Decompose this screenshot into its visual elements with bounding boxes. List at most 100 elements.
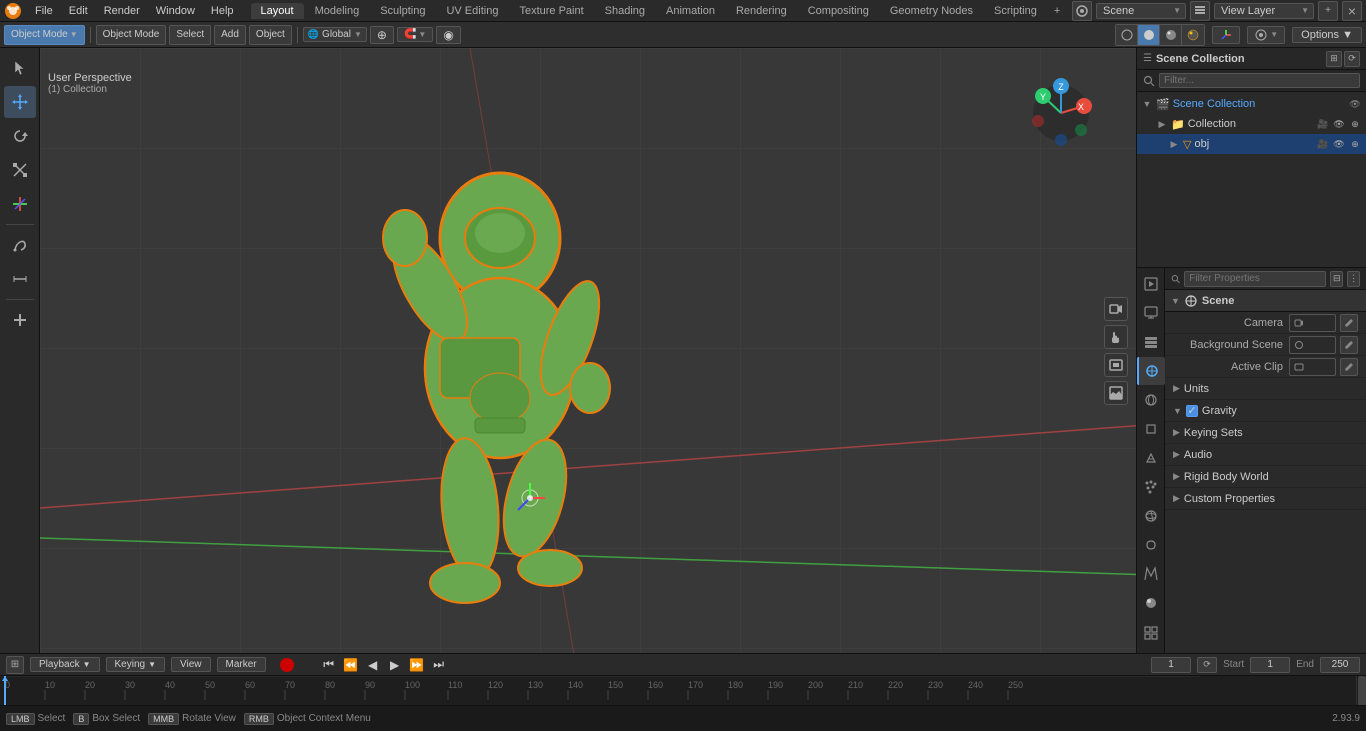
rigid-body-world-section-header[interactable]: ▶ Rigid Body World xyxy=(1165,466,1366,488)
object-menu-btn[interactable]: Object xyxy=(249,25,292,45)
cursor-tool-btn[interactable] xyxy=(4,52,36,84)
rendered-shading-btn[interactable] xyxy=(1182,25,1204,45)
menu-window[interactable]: Window xyxy=(149,3,202,19)
select-menu-btn[interactable]: Select xyxy=(169,25,211,45)
collection-expand[interactable]: ▶ xyxy=(1156,118,1168,130)
prop-tab-render[interactable] xyxy=(1137,270,1165,298)
menu-file[interactable]: File xyxy=(28,3,60,19)
scene-section-header[interactable]: ▼ Scene xyxy=(1165,290,1366,312)
background-scene-eyedropper-btn[interactable] xyxy=(1340,336,1358,354)
hand-view-btn[interactable] xyxy=(1104,325,1128,349)
image-view-btn[interactable] xyxy=(1104,381,1128,405)
start-frame-input[interactable]: 1 xyxy=(1250,657,1290,673)
prop-tab-collection-props[interactable] xyxy=(1137,618,1165,646)
rotate-tool-btn[interactable] xyxy=(4,120,36,152)
jump-to-end-btn[interactable]: ⏭ xyxy=(430,656,448,674)
tab-animation[interactable]: Animation xyxy=(656,3,725,19)
add-workspace-button[interactable]: + xyxy=(1048,3,1066,19)
remove-scene-btn[interactable]: × xyxy=(1342,1,1362,21)
jump-to-start-btn[interactable]: ⏮ xyxy=(320,656,338,674)
marker-btn[interactable]: Marker xyxy=(217,657,266,672)
scene-selector[interactable]: Scene ▼ xyxy=(1096,3,1186,19)
step-forward-btn[interactable]: ⏩ xyxy=(408,656,426,674)
orientation-gizmo[interactable]: X Y Z xyxy=(1026,78,1096,148)
add-menu-btn[interactable]: Add xyxy=(214,25,246,45)
outliner-filter-btn[interactable]: ⊞ xyxy=(1326,51,1342,67)
camera-eyedropper-btn[interactable] xyxy=(1340,314,1358,332)
camera-view-btn[interactable] xyxy=(1104,297,1128,321)
prop-tab-material[interactable] xyxy=(1137,589,1165,617)
properties-filter-btn[interactable]: ⊟ xyxy=(1330,271,1343,287)
keying-btn[interactable]: Keying ▼ xyxy=(106,657,166,672)
timeline-menu-btn[interactable]: ⊞ xyxy=(6,656,24,674)
playback-btn[interactable]: Playback ▼ xyxy=(30,657,100,672)
keying-sets-section-header[interactable]: ▶ Keying Sets xyxy=(1165,422,1366,444)
menu-render[interactable]: Render xyxy=(97,3,147,19)
tab-uv-editing[interactable]: UV Editing xyxy=(436,3,508,19)
gizmo-overlay-btn[interactable] xyxy=(1212,26,1240,44)
transform-tool-btn[interactable] xyxy=(4,188,36,220)
annotate-tool-btn[interactable] xyxy=(4,229,36,261)
move-tool-btn[interactable] xyxy=(4,86,36,118)
tab-texture-paint[interactable]: Texture Paint xyxy=(509,3,593,19)
pivot-selector[interactable]: ⊕ xyxy=(370,26,394,44)
object-mode-selector[interactable]: Object Mode ▼ xyxy=(4,25,85,45)
prop-tab-particles[interactable] xyxy=(1137,473,1165,501)
units-section-header[interactable]: ▶ Units xyxy=(1165,378,1366,400)
view-btn[interactable]: View xyxy=(171,657,211,672)
active-clip-eyedropper-btn[interactable] xyxy=(1340,358,1358,376)
collection-restrict-render[interactable]: 🎥 xyxy=(1316,117,1330,131)
obj-expand[interactable]: ▶ xyxy=(1168,138,1180,150)
tab-layout[interactable]: Layout xyxy=(251,3,304,19)
transform-orientation-selector[interactable]: 🌐 Global ▼ xyxy=(303,27,367,42)
scene-collection-expand[interactable]: ▼ xyxy=(1141,98,1153,110)
frame-counter-btn[interactable]: ⟳ xyxy=(1197,657,1217,673)
play-reverse-btn[interactable]: ◀ xyxy=(364,656,382,674)
play-btn[interactable]: ▶ xyxy=(386,656,404,674)
tab-shading[interactable]: Shading xyxy=(595,3,655,19)
prop-tab-physics[interactable] xyxy=(1137,502,1165,530)
menu-help[interactable]: Help xyxy=(204,3,241,19)
timeline-scrollbar[interactable] xyxy=(1356,676,1366,705)
collection-restrict-viewport[interactable]: 👁 xyxy=(1332,117,1346,131)
prop-tab-constraints[interactable] xyxy=(1137,531,1165,559)
properties-options-btn[interactable]: ⋮ xyxy=(1347,271,1360,287)
outliner-search-input[interactable] xyxy=(1159,73,1360,88)
outliner-row-collection[interactable]: ▶ 📁 Collection 🎥 👁 ⊕ xyxy=(1137,114,1366,134)
prop-tab-output[interactable] xyxy=(1137,299,1165,327)
properties-search-input[interactable] xyxy=(1184,271,1326,287)
view-layer-selector[interactable]: View Layer ▼ xyxy=(1214,3,1314,19)
obj-restrict-select[interactable]: ⊕ xyxy=(1348,137,1362,151)
view-layer-icon-btn[interactable] xyxy=(1190,1,1210,21)
tab-modeling[interactable]: Modeling xyxy=(305,3,370,19)
measure-tool-btn[interactable] xyxy=(4,263,36,295)
timeline-ruler[interactable]: 0 10 20 30 40 50 60 70 80 90 1 xyxy=(0,676,1356,705)
record-btn[interactable] xyxy=(280,658,294,672)
gravity-checkbox[interactable]: ✓ xyxy=(1186,405,1198,417)
obj-restrict-render[interactable]: 🎥 xyxy=(1316,137,1330,151)
outliner-sync-btn[interactable]: ⟳ xyxy=(1344,51,1360,67)
background-scene-input[interactable] xyxy=(1289,336,1336,354)
prop-tab-world[interactable] xyxy=(1137,386,1165,414)
solid-shading-btn[interactable] xyxy=(1138,25,1160,45)
tab-rendering[interactable]: Rendering xyxy=(726,3,797,19)
timeline-scrollbar-thumb[interactable] xyxy=(1358,676,1366,705)
restrict-viewport-icon[interactable]: 👁 xyxy=(1348,97,1362,111)
obj-restrict-viewport[interactable]: 👁 xyxy=(1332,137,1346,151)
snap-selector[interactable]: 🧲 ▼ xyxy=(397,27,433,42)
camera-input[interactable] xyxy=(1289,314,1336,332)
outliner-row-scene-collection[interactable]: ▼ 🎬 Scene Collection 👁 xyxy=(1137,94,1366,114)
proportional-edit-btn[interactable]: ◉ xyxy=(436,26,460,44)
gravity-section-header[interactable]: ▼ ✓ Gravity xyxy=(1165,400,1366,422)
active-clip-input[interactable] xyxy=(1289,358,1336,376)
prop-tab-object[interactable] xyxy=(1137,415,1165,443)
prop-tab-data[interactable] xyxy=(1137,560,1165,588)
current-frame-input[interactable]: 1 xyxy=(1151,657,1191,673)
collection-restrict-select[interactable]: ⊕ xyxy=(1348,117,1362,131)
viewport[interactable]: User Perspective (1) Collection X Y Z xyxy=(40,48,1136,653)
audio-section-header[interactable]: ▶ Audio xyxy=(1165,444,1366,466)
timeline-ruler-area[interactable]: 0 10 20 30 40 50 60 70 80 90 1 xyxy=(0,676,1366,705)
scale-tool-btn[interactable] xyxy=(4,154,36,186)
step-back-btn[interactable]: ⏪ xyxy=(342,656,360,674)
outliner-row-obj[interactable]: ▶ ▽ obj 🎥 👁 ⊕ xyxy=(1137,134,1366,154)
